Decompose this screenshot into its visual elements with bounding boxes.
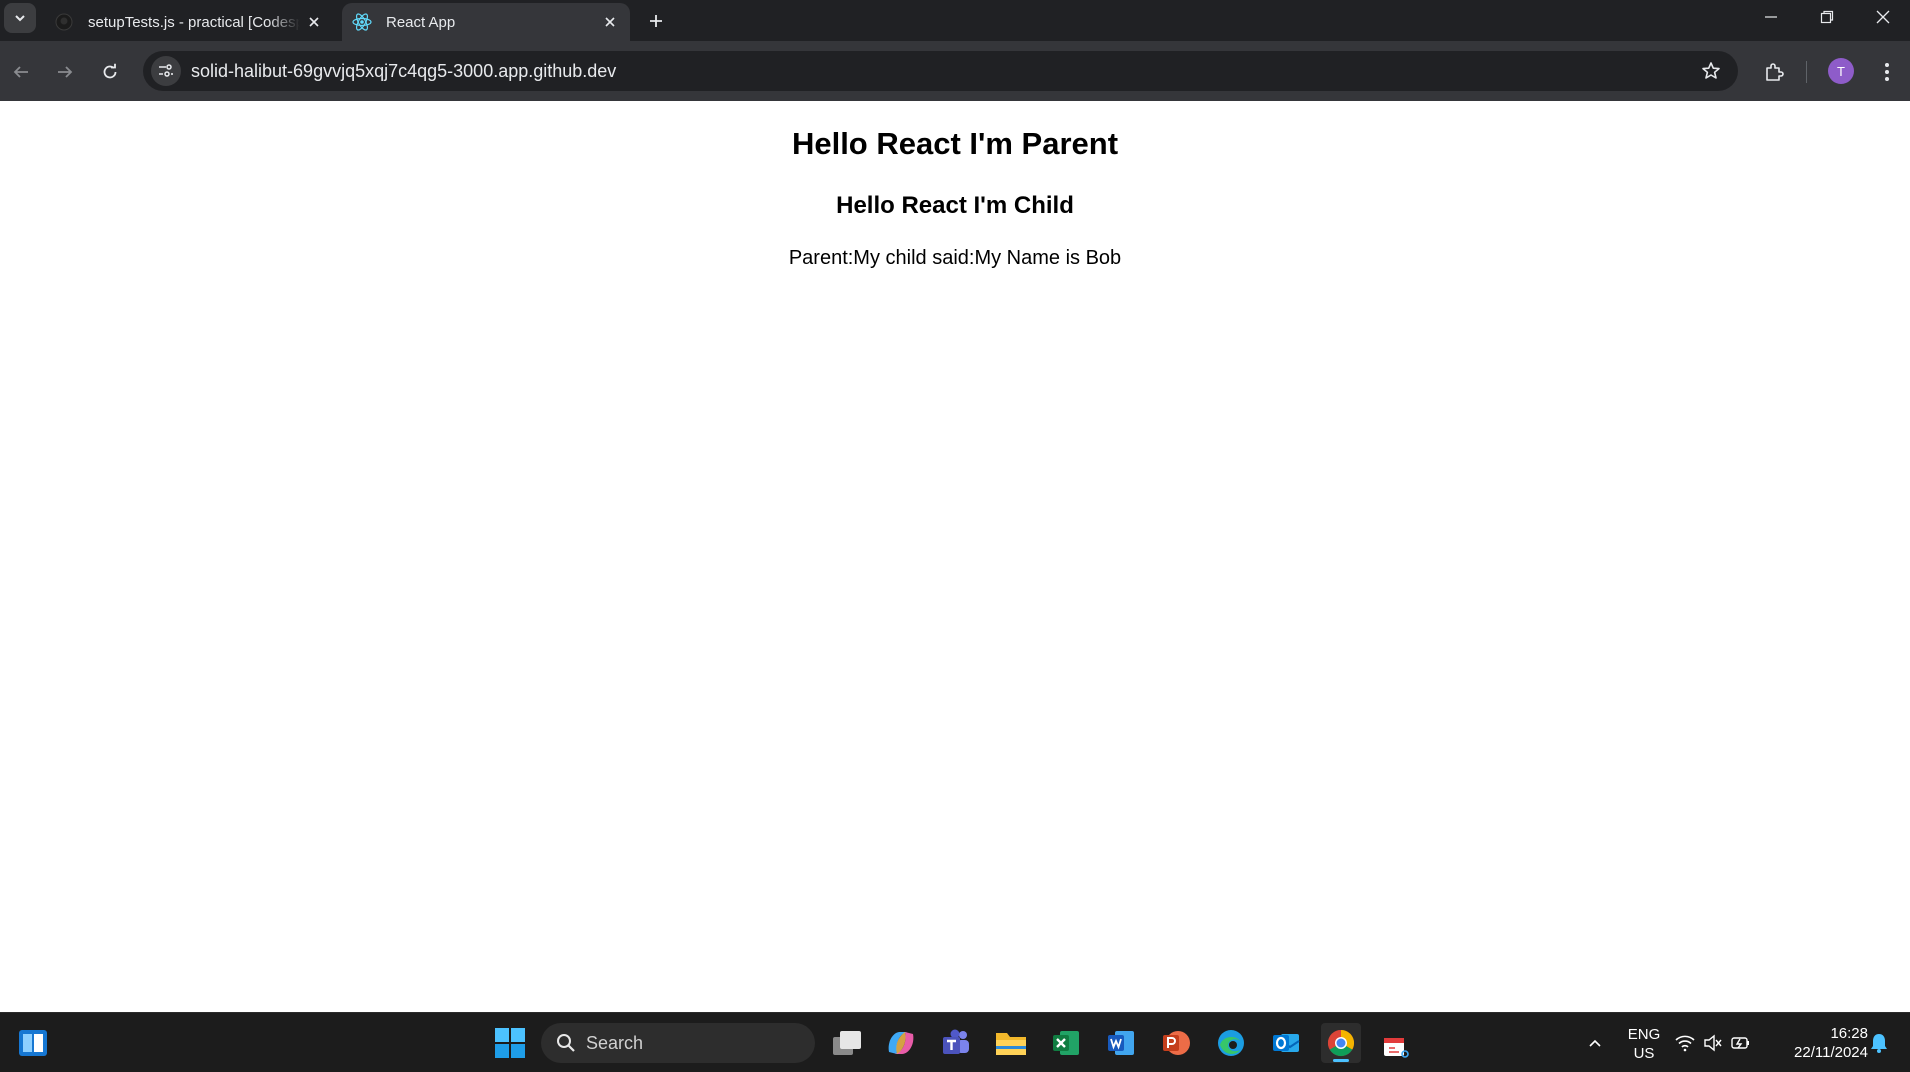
teams-button[interactable]: [936, 1023, 976, 1063]
task-view-button[interactable]: [827, 1023, 867, 1063]
address-bar[interactable]: solid-halibut-69gvvjq5xqj7c4qg5-3000.app…: [143, 51, 1738, 91]
show-hidden-icons-button[interactable]: [1575, 1023, 1615, 1063]
teams-icon: [943, 1029, 969, 1054]
search-icon: [557, 1034, 575, 1052]
edge-icon: [1218, 1030, 1244, 1056]
extensions-button[interactable]: [1757, 55, 1791, 89]
child-message: Parent:My child said:My Name is Bob: [788, 247, 1122, 269]
clock-date: 22/11/2024: [1794, 1044, 1868, 1061]
clock-time: 16:28: [1830, 1025, 1868, 1042]
back-button[interactable]: [4, 55, 38, 89]
minimize-icon: [1765, 16, 1777, 18]
windows-logo-icon: [495, 1028, 525, 1058]
copilot-icon: [888, 1032, 914, 1054]
edge-button[interactable]: [1211, 1023, 1251, 1063]
close-icon: [1876, 10, 1890, 24]
forward-button[interactable]: [48, 55, 82, 89]
search-label: Search: [586, 1032, 644, 1053]
close-tab-icon[interactable]: [596, 8, 624, 36]
minimize-button[interactable]: [1743, 0, 1799, 34]
arrow-left-icon: [13, 66, 28, 78]
github-icon: [54, 12, 74, 32]
toolbar-divider: [1806, 61, 1807, 83]
chevron-up-icon: [1589, 1039, 1601, 1047]
widgets-icon: [19, 1030, 47, 1056]
taskbar-search[interactable]: Search: [541, 1023, 815, 1063]
excel-button[interactable]: [1046, 1023, 1086, 1063]
restore-button[interactable]: [1799, 0, 1855, 34]
powerpoint-icon: [1163, 1031, 1190, 1055]
snipping-tool-icon: [1384, 1038, 1409, 1058]
word-icon: [1108, 1031, 1134, 1055]
excel-icon: [1053, 1031, 1079, 1055]
reload-button[interactable]: [93, 55, 127, 89]
browser-toolbar: solid-halibut-69gvvjq5xqj7c4qg5-3000.app…: [0, 41, 1910, 101]
widgets-button[interactable]: [13, 1023, 53, 1063]
powerpoint-button[interactable]: [1156, 1023, 1196, 1063]
chrome-button[interactable]: [1321, 1023, 1361, 1063]
windows-taskbar: Search ENG US 16:28 22/11/2024: [0, 1012, 1910, 1072]
tab-title: setupTests.js - practical [Codespaces]: [88, 13, 300, 31]
close-tab-icon[interactable]: [300, 8, 328, 36]
kebab-menu-icon: [1885, 63, 1889, 81]
region-code: US: [1633, 1045, 1655, 1062]
notifications-button[interactable]: [1862, 1023, 1896, 1063]
plus-icon: [650, 15, 662, 27]
profile-avatar[interactable]: T: [1828, 58, 1854, 84]
battery-charging-icon: [1731, 1037, 1749, 1049]
web-page-content: Hello React I'm Parent Hello React I'm C…: [0, 101, 1910, 1012]
file-explorer-icon: [996, 1033, 1026, 1055]
chrome-icon: [1327, 1029, 1355, 1057]
file-explorer-button[interactable]: [991, 1023, 1031, 1063]
reload-icon: [103, 63, 117, 79]
copilot-button[interactable]: [881, 1023, 921, 1063]
new-tab-button[interactable]: [640, 6, 672, 36]
browser-menu-button[interactable]: [1870, 55, 1904, 89]
site-info-icon[interactable]: [151, 56, 181, 86]
wifi-icon: [1675, 1035, 1695, 1052]
puzzle-icon: [1766, 63, 1784, 81]
tab-codespaces[interactable]: setupTests.js - practical [Codespaces]: [44, 3, 334, 41]
arrow-right-icon: [58, 66, 73, 78]
task-view-icon: [833, 1031, 861, 1055]
tab-search-button[interactable]: [4, 3, 36, 33]
quick-settings-button[interactable]: [1670, 1023, 1756, 1063]
running-indicator: [1333, 1059, 1349, 1062]
start-button[interactable]: [490, 1023, 530, 1063]
close-window-button[interactable]: [1855, 0, 1910, 34]
language-code: ENG: [1627, 1026, 1661, 1043]
speaker-muted-icon: [1704, 1034, 1722, 1052]
outlook-button[interactable]: [1266, 1023, 1306, 1063]
child-heading: Hello React I'm Child: [836, 192, 1074, 219]
tab-title: React App: [386, 13, 456, 31]
word-button[interactable]: [1101, 1023, 1141, 1063]
chevron-down-icon: [15, 15, 25, 22]
react-icon: [352, 12, 372, 32]
profile-initial: T: [1837, 63, 1845, 79]
restore-icon: [1820, 10, 1834, 24]
snipping-tool-button[interactable]: [1376, 1023, 1416, 1063]
clock[interactable]: 16:28 22/11/2024: [1768, 1024, 1868, 1062]
parent-heading: Hello React I'm Parent: [791, 126, 1119, 161]
language-indicator[interactable]: ENG US: [1620, 1025, 1668, 1063]
tab-react-app[interactable]: React App: [342, 3, 630, 41]
outlook-icon: [1273, 1034, 1300, 1052]
bookmark-star-icon[interactable]: [1694, 54, 1728, 88]
tab-strip: setupTests.js - practical [Codespaces] R…: [0, 0, 1910, 41]
bell-icon: [1871, 1034, 1887, 1053]
url-text[interactable]: solid-halibut-69gvvjq5xqj7c4qg5-3000.app…: [191, 61, 1694, 82]
